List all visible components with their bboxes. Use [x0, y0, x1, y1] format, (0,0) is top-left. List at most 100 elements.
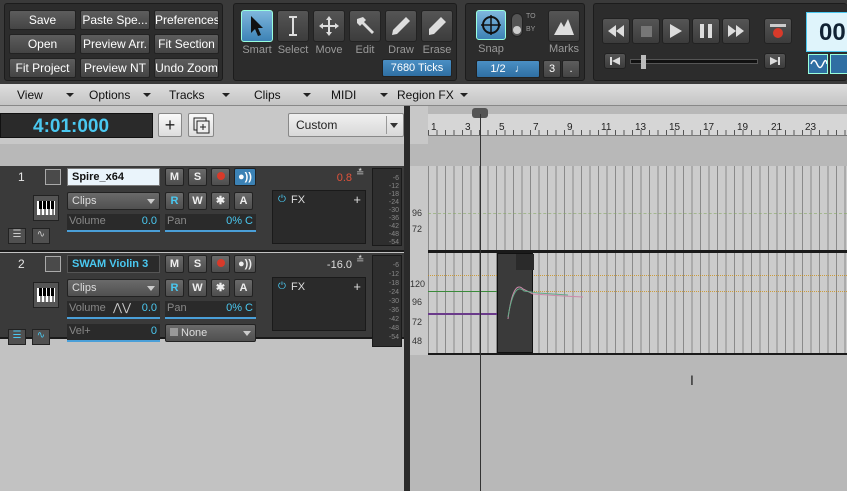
track-2-lane[interactable]	[428, 253, 847, 353]
stop-button[interactable]	[632, 18, 660, 44]
track-menu-icon[interactable]: ☰	[8, 228, 26, 244]
timeline-ruler[interactable]: 1 3 5 7 9 11 13 15 17 19 21 23	[428, 114, 847, 136]
rewind-button[interactable]	[602, 18, 630, 44]
duplicate-track-button[interactable]	[188, 113, 214, 137]
power-icon[interactable]: ⏻	[278, 194, 286, 205]
pan-slider[interactable]: Pan 0% C	[165, 301, 256, 319]
menu-midi[interactable]: MIDI	[331, 84, 391, 106]
snap-triplet-button[interactable]: 3	[543, 60, 561, 78]
output-dropdown[interactable]: None	[165, 324, 256, 342]
read-automation-button[interactable]: R	[165, 192, 184, 210]
waveform-toggle[interactable]	[808, 54, 828, 74]
edit-tool[interactable]	[349, 10, 381, 42]
fx-bin[interactable]: ⏻ FX +	[272, 277, 366, 331]
instrument-icon[interactable]	[33, 282, 59, 308]
open-button[interactable]: Open	[9, 34, 76, 54]
pan-slider[interactable]: Pan 0% C	[165, 214, 256, 232]
menu-clips[interactable]: Clips	[254, 84, 314, 106]
mute-button[interactable]: M	[165, 168, 184, 186]
marks-button[interactable]	[548, 10, 580, 42]
volume-slider[interactable]: Volume ⋀⋁ 0.0	[67, 301, 160, 319]
go-to-start-button[interactable]	[604, 53, 626, 69]
input-echo-button[interactable]: ●))	[234, 255, 256, 273]
erase-tool-label: Erase	[422, 44, 452, 56]
add-fx-icon[interactable]: +	[353, 192, 361, 207]
track-icon[interactable]	[45, 256, 61, 272]
play-button[interactable]	[662, 18, 690, 44]
track-2[interactable]: 2 SWAM Violin 3 M S ●)) -16.0 ≛ Clips R …	[0, 253, 404, 347]
clips-dropdown[interactable]: Clips	[67, 279, 160, 297]
meter-tick: -6	[392, 175, 399, 182]
automation-icon[interactable]: ∿	[32, 329, 50, 345]
snap-to-label: TO	[526, 13, 536, 20]
pan-value: 0% C	[226, 215, 253, 227]
track-icon[interactable]	[45, 169, 61, 185]
fit-section-button[interactable]: Fit Section	[154, 34, 219, 54]
position-scrubber[interactable]	[630, 55, 758, 69]
power-icon[interactable]: ⏻	[278, 281, 286, 292]
eraser-icon	[429, 17, 446, 35]
time-display[interactable]: 00	[806, 12, 847, 52]
select-tool[interactable]	[277, 10, 309, 42]
input-echo-button[interactable]: ●))	[234, 168, 256, 186]
menu-view[interactable]: View	[17, 84, 77, 106]
snap-button[interactable]	[476, 10, 506, 40]
undo-zoom-button[interactable]: Undo Zoom	[154, 58, 219, 78]
write-automation-button[interactable]: W	[188, 192, 207, 210]
snap-to-by-toggle[interactable]	[511, 13, 523, 37]
lock-toggle[interactable]	[830, 54, 847, 74]
chevron-down-icon	[66, 93, 74, 97]
mute-button[interactable]: M	[165, 255, 184, 273]
move-tool[interactable]	[313, 10, 345, 42]
pan-value: 0% C	[226, 302, 253, 314]
solo-button[interactable]: S	[188, 168, 207, 186]
snap-value-dropdown[interactable]: 1/2 ♩	[476, 60, 540, 78]
fx-bin[interactable]: ⏻ FX +	[272, 190, 366, 244]
snap-dotted-button[interactable]: .	[562, 60, 580, 78]
freeze-button[interactable]: ✱	[211, 192, 230, 210]
preferences-button[interactable]: Preferences	[154, 10, 219, 30]
track-1[interactable]: 1 Spire_x64 M S ●)) 0.8 ≛ Clips R W ✱ A …	[0, 166, 404, 252]
menu-tracks[interactable]: Tracks	[169, 84, 235, 106]
now-time-display[interactable]: 4:01:000	[0, 113, 153, 138]
pause-button[interactable]	[692, 18, 720, 44]
fast-forward-button[interactable]	[722, 18, 750, 44]
freeze-button[interactable]: ✱	[211, 279, 230, 297]
draw-tool[interactable]	[385, 10, 417, 42]
go-to-end-button[interactable]	[764, 53, 786, 69]
paste-special-button[interactable]: Paste Spe...	[80, 10, 150, 30]
view-preset-dropdown[interactable]: Custom	[288, 113, 404, 137]
preview-arranger-button[interactable]: Preview Arr.	[80, 34, 150, 54]
midi-clip[interactable]	[497, 253, 584, 353]
record-arm-button[interactable]	[211, 255, 230, 273]
menu-tracks-label: Tracks	[169, 88, 205, 102]
track-menu-icon[interactable]: ☰	[8, 329, 26, 345]
add-track-button[interactable]: +	[158, 113, 182, 137]
meter-tick: -24	[388, 199, 399, 206]
automation-icon[interactable]: ∿	[32, 228, 50, 244]
clips-dropdown[interactable]: Clips	[67, 192, 160, 210]
instrument-icon[interactable]	[33, 195, 59, 221]
menu-options[interactable]: Options	[89, 84, 155, 106]
velocity-slider[interactable]: Vel+ 0	[67, 324, 160, 342]
archive-button[interactable]: A	[234, 279, 253, 297]
record-arm-button[interactable]	[211, 168, 230, 186]
archive-button[interactable]: A	[234, 192, 253, 210]
erase-tool[interactable]	[421, 10, 453, 42]
track-name[interactable]: Spire_x64	[67, 168, 160, 186]
preview-nt-button[interactable]: Preview NT	[80, 58, 150, 78]
volume-slider[interactable]: Volume 0.0	[67, 214, 160, 232]
track-1-lane[interactable]	[428, 166, 847, 250]
ticks-dropdown[interactable]: 7680 Ticks	[382, 59, 452, 77]
smart-tool[interactable]	[241, 10, 273, 42]
write-automation-button[interactable]: W	[188, 279, 207, 297]
add-fx-icon[interactable]: +	[353, 279, 361, 294]
read-automation-button[interactable]: R	[165, 279, 184, 297]
track-name[interactable]: SWAM Violin 3	[67, 255, 160, 273]
save-button[interactable]: Save	[9, 10, 76, 30]
menu-region-fx[interactable]: Region FX	[397, 84, 472, 106]
solo-button[interactable]: S	[188, 255, 207, 273]
record-button[interactable]	[764, 18, 792, 44]
fit-project-button[interactable]: Fit Project	[9, 58, 76, 78]
pencil-icon	[392, 17, 410, 35]
